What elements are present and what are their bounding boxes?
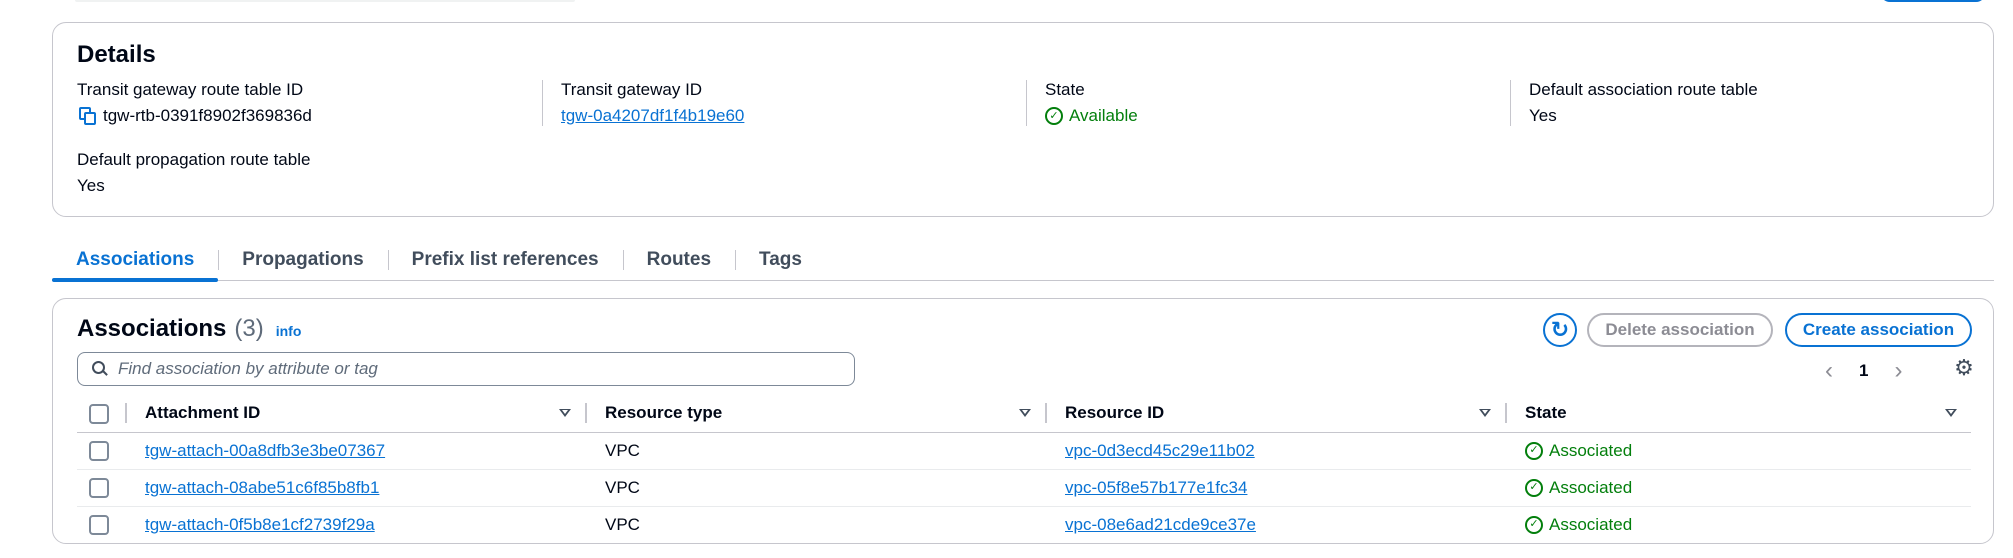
- col-resource-id[interactable]: Resource ID: [1065, 403, 1164, 423]
- associations-title: Associations: [77, 315, 227, 342]
- route-table-id-field: Transit gateway route table ID tgw-rtb-0…: [77, 80, 537, 126]
- tab-bar: Associations Propagations Prefix list re…: [52, 240, 1994, 282]
- attachment-id-link[interactable]: tgw-attach-0f5b8e1cf2739f29a: [145, 515, 375, 534]
- row-checkbox[interactable]: [89, 440, 109, 461]
- transit-gateway-id-field: Transit gateway ID tgw-0a4207df1f4b19e60: [542, 80, 1026, 126]
- state-cell: Associated: [1549, 477, 1633, 497]
- column-divider: [585, 403, 587, 424]
- search-input[interactable]: [118, 359, 818, 379]
- resource-type-cell: VPC: [585, 432, 1045, 470]
- tab-associations[interactable]: Associations: [52, 240, 219, 282]
- state-cell: Associated: [1549, 514, 1633, 534]
- search-icon: [92, 361, 108, 377]
- resource-type-cell: VPC: [605, 514, 640, 534]
- pagination: ‹ 1 ›: [1825, 357, 1902, 385]
- column-divider: [125, 403, 127, 424]
- default-association-value: Yes: [1529, 106, 1557, 125]
- table-row: tgw-attach-08abe51c6f85b8fb1 VPC vpc-05f…: [77, 469, 1971, 507]
- check-circle-icon: ✓: [1525, 515, 1543, 534]
- refresh-icon: ↻: [1550, 317, 1570, 342]
- check-circle-icon: ✓: [1045, 107, 1063, 125]
- resource-id-link[interactable]: vpc-08e6ad21cde9ce37e: [1065, 515, 1256, 534]
- default-propagation-label: Default propagation route table: [77, 150, 311, 169]
- refresh-button[interactable]: ↻: [1543, 313, 1577, 347]
- sort-icon[interactable]: [1479, 409, 1491, 418]
- transit-gateway-id-link[interactable]: tgw-0a4207df1f4b19e60: [561, 106, 744, 126]
- next-page-icon[interactable]: ›: [1894, 357, 1902, 385]
- associations-count: (3): [234, 315, 264, 342]
- attachment-id-link[interactable]: tgw-attach-08abe51c6f85b8fb1: [145, 478, 379, 497]
- default-propagation-field: Default propagation route table Yes: [77, 150, 537, 196]
- prev-page-icon[interactable]: ‹: [1825, 357, 1833, 385]
- tab-tags[interactable]: Tags: [735, 240, 826, 280]
- cutoff-action-button[interactable]: [1880, 0, 1986, 2]
- resource-type-cell: VPC: [585, 469, 1045, 507]
- transit-gateway-id-label: Transit gateway ID: [561, 80, 703, 99]
- column-divider: [1505, 403, 1507, 424]
- attachment-id-link[interactable]: tgw-attach-00a8dfb3e3be07367: [145, 441, 385, 460]
- table-header-row: Attachment ID Resource type Resource ID: [77, 395, 1971, 433]
- associations-panel: Associations (3) info ↻ Delete associati…: [52, 298, 1994, 544]
- info-link[interactable]: info: [276, 323, 302, 339]
- state-field: State ✓ Available: [1026, 80, 1510, 126]
- resource-id-link[interactable]: vpc-0d3ecd45c29e11b02: [1065, 441, 1255, 460]
- details-title: Details: [77, 41, 156, 68]
- check-circle-icon: ✓: [1525, 478, 1543, 497]
- tab-prefix-list-references[interactable]: Prefix list references: [387, 240, 623, 280]
- associations-table: Attachment ID Resource type Resource ID: [77, 395, 1971, 543]
- copy-icon[interactable]: [77, 106, 97, 126]
- col-attachment-id[interactable]: Attachment ID: [145, 403, 260, 423]
- check-circle-icon: ✓: [1525, 441, 1543, 460]
- create-association-button[interactable]: Create association: [1785, 313, 1972, 347]
- table-row: tgw-attach-0f5b8e1cf2739f29a VPC vpc-08e…: [77, 506, 1971, 543]
- tab-propagations[interactable]: Propagations: [218, 240, 387, 280]
- select-all-checkbox[interactable]: [89, 403, 109, 424]
- col-resource-type[interactable]: Resource type: [605, 403, 722, 423]
- row-checkbox[interactable]: [89, 477, 109, 498]
- search-box: [77, 352, 855, 386]
- default-association-label: Default association route table: [1529, 80, 1758, 99]
- route-table-id-value: tgw-rtb-0391f8902f369836d: [103, 106, 312, 125]
- default-propagation-value: Yes: [77, 176, 105, 195]
- column-divider: [1045, 403, 1047, 424]
- associations-header: Associations (3) info: [77, 315, 301, 343]
- sort-icon[interactable]: [559, 409, 571, 418]
- table-row: tgw-attach-00a8dfb3e3be07367 VPC vpc-0d3…: [77, 432, 1971, 470]
- sort-icon[interactable]: [1019, 409, 1031, 418]
- top-cutoff: [0, 0, 2013, 6]
- page-number[interactable]: 1: [1859, 361, 1868, 381]
- state-cell: Associated: [1549, 440, 1633, 460]
- delete-association-button[interactable]: Delete association: [1587, 313, 1773, 347]
- gear-icon[interactable]: ⚙: [1953, 357, 1975, 379]
- route-table-id-label: Transit gateway route table ID: [77, 80, 304, 99]
- resource-id-link[interactable]: vpc-05f8e57b177e1fc34: [1065, 478, 1247, 497]
- default-association-field: Default association route table Yes: [1510, 80, 1970, 126]
- state-value: Available: [1069, 106, 1138, 125]
- sort-icon[interactable]: [1945, 409, 1957, 418]
- details-panel: Details Transit gateway route table ID t…: [52, 22, 1994, 217]
- col-state[interactable]: State: [1525, 403, 1567, 423]
- row-checkbox[interactable]: [89, 515, 109, 535]
- state-label: State: [1045, 80, 1085, 99]
- tab-routes[interactable]: Routes: [622, 240, 735, 280]
- cutoff-header-text: [75, 0, 575, 2]
